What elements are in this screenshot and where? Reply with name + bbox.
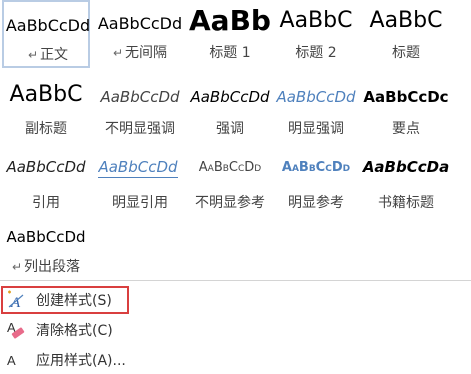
style-intense-quote[interactable]: AaBbCcDd 明显引用 — [96, 150, 184, 218]
style-quote[interactable]: AaBbCcDd 引用 — [2, 150, 90, 218]
paragraph-mark-icon: ↵ — [112, 46, 124, 60]
style-wujiange[interactable]: AaBbCcDd ↵ 无间隔 — [96, 0, 184, 68]
style-name-text: 副标题 — [25, 121, 67, 137]
svg-text:A: A — [10, 295, 21, 310]
style-name-text: 标题 1 — [209, 45, 251, 61]
style-preview: AaBbC — [9, 82, 83, 107]
clear-format-label: 清除格式(C) — [36, 323, 113, 339]
apply-styles-icon: A — [6, 350, 26, 370]
style-preview: AaBbCcDd — [6, 158, 86, 176]
apply-styles-label: 应用样式(A)... — [36, 353, 126, 369]
style-name-text: 引用 — [32, 195, 60, 211]
style-preview: AaBb — [189, 4, 271, 37]
style-name-text: 明显参考 — [288, 195, 344, 211]
style-name-text: 无间隔 — [125, 45, 168, 61]
clear-format-icon: A — [6, 320, 26, 340]
style-heading-2[interactable]: AaBbC 标题 2 — [272, 0, 360, 68]
style-book-title[interactable]: AaBbCcDa 书籍标题 — [362, 150, 450, 218]
create-style-menu-item[interactable]: A 创建样式(S) — [0, 285, 471, 314]
style-name-text: 明显引用 — [112, 195, 168, 211]
style-subtitle[interactable]: AaBbC 副标题 — [2, 76, 90, 144]
style-name-text: 列出段落 — [24, 259, 81, 275]
paragraph-mark-icon: ↵ — [27, 48, 39, 62]
style-strong[interactable]: AaBbCcDc 要点 — [362, 76, 450, 144]
style-preview: AaBbC — [369, 8, 443, 33]
apply-styles-menu-item[interactable]: A 应用样式(A)... — [0, 345, 471, 373]
style-subtle-reference[interactable]: AaBbCcDd 不明显参考 — [186, 150, 274, 218]
style-preview: AaBbCcDa — [362, 158, 450, 176]
style-label: ↵ 列出段落 — [2, 256, 90, 276]
style-heading-1[interactable]: AaBb 标题 1 — [186, 0, 274, 68]
style-preview: AaBbCcDd — [281, 160, 351, 175]
clear-format-menu-item[interactable]: A 清除格式(C) — [0, 315, 471, 343]
create-style-label: 创建样式(S) — [36, 293, 112, 309]
style-emphasis[interactable]: AaBbCcDd 强调 — [186, 76, 274, 144]
style-name-text: 正文 — [40, 47, 69, 63]
style-label: ↵ 无间隔 — [96, 42, 184, 62]
style-name-text: 明显强调 — [288, 121, 344, 137]
styles-gallery: AaBbCcDd ↵ 正文 AaBbCcDd ↵ 无间隔 AaBb 标题 1 AaB… — [0, 0, 471, 280]
style-name-text: 标题 2 — [295, 45, 337, 61]
style-preview: AaBbCcDd — [98, 152, 178, 178]
paragraph-mark-icon: ↵ — [11, 260, 23, 274]
style-intense-reference[interactable]: AaBbCcDd 明显参考 — [272, 150, 360, 218]
style-title[interactable]: AaBbC 标题 — [362, 0, 450, 68]
svg-text:A: A — [7, 353, 16, 368]
styles-menu: A 创建样式(S) A 清除格式(C) A 应用样式(A)... — [0, 280, 471, 369]
style-name-text: 不明显强调 — [105, 121, 175, 137]
style-subtle-emphasis[interactable]: AaBbCcDd 不明显强调 — [96, 76, 184, 144]
style-label: ↵ 正文 — [4, 44, 92, 64]
style-name-text: 书籍标题 — [378, 195, 434, 211]
style-intense-emphasis[interactable]: AaBbCcDd 明显强调 — [272, 76, 360, 144]
create-style-icon: A — [6, 290, 26, 311]
style-zhengwen[interactable]: AaBbCcDd ↵ 正文 — [2, 0, 90, 68]
style-name-text: 强调 — [216, 121, 244, 137]
style-preview: AaBbCcDd — [198, 160, 262, 175]
style-name-text: 要点 — [392, 121, 420, 137]
style-preview: AaBbC — [279, 8, 353, 33]
style-name-text: 不明显参考 — [195, 195, 265, 211]
style-name-text: 标题 — [392, 45, 420, 61]
